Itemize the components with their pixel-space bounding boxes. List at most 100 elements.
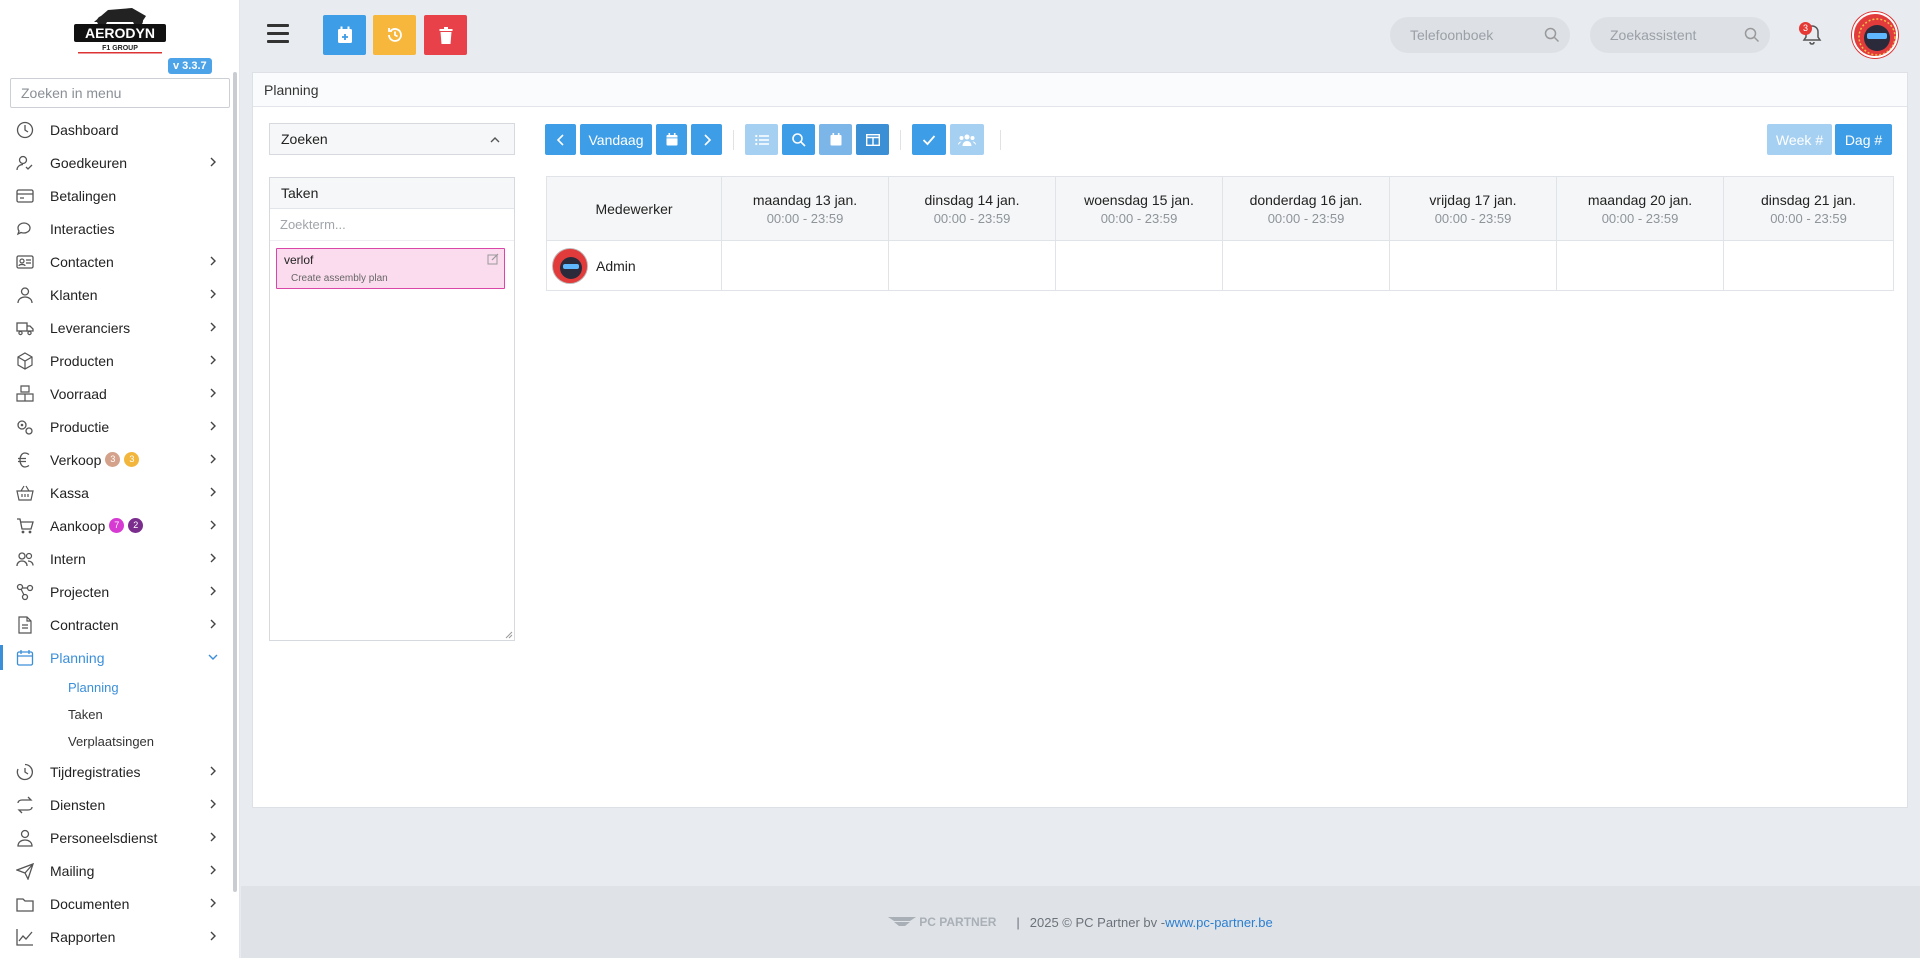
sidebar-item-diensten[interactable]: Diensten	[0, 788, 238, 821]
calendar-view-button[interactable]	[819, 124, 852, 155]
sidebar-item-projecten[interactable]: Projecten	[0, 575, 238, 608]
sidebar-item-tijdregistraties[interactable]: Tijdregistraties	[0, 755, 238, 788]
sidebar-item-producten[interactable]: Producten	[0, 344, 238, 377]
day-column-header[interactable]: dinsdag 21 jan. 00:00 - 23:59	[1723, 176, 1894, 241]
repeat-icon	[17, 796, 33, 814]
history-button[interactable]	[373, 15, 416, 55]
sidebar-item-dashboard[interactable]: Dashboard	[0, 113, 238, 146]
sidebar-item-betalingen[interactable]: Betalingen	[0, 179, 238, 212]
schedule-cell[interactable]	[1389, 240, 1557, 291]
delete-button[interactable]	[424, 15, 467, 55]
day-column-header[interactable]: donderdag 16 jan. 00:00 - 23:59	[1222, 176, 1390, 241]
next-period-button[interactable]	[691, 124, 722, 155]
week-view-button[interactable]: Week #	[1767, 124, 1832, 155]
company-logo[interactable]: AERODYN F1 GROUP	[72, 2, 168, 56]
sidebar-item-productie[interactable]: Productie	[0, 410, 238, 443]
list-view-button[interactable]	[745, 124, 778, 155]
submenu-item-taken[interactable]: Taken	[0, 701, 238, 728]
chevron-right-icon	[210, 553, 216, 563]
task-search-input[interactable]	[270, 209, 514, 241]
sidebar-item-klanten[interactable]: Klanten	[0, 278, 238, 311]
submenu-item-verplaatsingen[interactable]: Verplaatsingen	[0, 728, 238, 755]
search-assistant-input[interactable]	[1590, 17, 1770, 53]
users-icon	[16, 552, 34, 567]
search-icon[interactable]	[1744, 27, 1760, 43]
columns-view-button[interactable]	[856, 124, 889, 155]
task-card[interactable]: verlof Create assembly plan	[276, 248, 505, 289]
sidebar-item-interacties[interactable]: Interacties	[0, 212, 238, 245]
sidebar-item-kassa[interactable]: Kassa	[0, 476, 238, 509]
chevron-left-icon	[556, 133, 564, 146]
user-avatar[interactable]	[1852, 12, 1898, 58]
sidebar-item-contracten[interactable]: Contracten	[0, 608, 238, 641]
sidebar-item-leveranciers[interactable]: Leveranciers	[0, 311, 238, 344]
edit-icon[interactable]	[487, 253, 499, 265]
submenu-item-planning[interactable]: Planning	[0, 674, 238, 701]
sidebar-item-personeelsdienst[interactable]: Personeelsdienst	[0, 821, 238, 854]
day-column-header[interactable]: maandag 13 jan. 00:00 - 23:59	[721, 176, 889, 241]
today-button[interactable]: Vandaag	[580, 124, 652, 155]
employee-column-header: Medewerker	[546, 176, 722, 241]
schedule-cell[interactable]	[1556, 240, 1724, 291]
day-column-header[interactable]: woensdag 15 jan. 00:00 - 23:59	[1055, 176, 1223, 241]
date-picker-button[interactable]	[656, 124, 687, 155]
chevron-right-icon	[210, 766, 216, 776]
sidebar-item-goedkeuren[interactable]: Goedkeuren	[0, 146, 238, 179]
sidebar-scrollbar[interactable]	[233, 72, 237, 892]
phonebook-search-input[interactable]	[1390, 17, 1570, 53]
paper-plane-icon	[16, 862, 34, 880]
menu-toggle-button[interactable]	[267, 24, 289, 44]
day-view-button[interactable]: Dag #	[1835, 124, 1892, 155]
chevron-down-icon	[208, 654, 218, 660]
schedule-cell[interactable]	[888, 240, 1056, 291]
day-column-header[interactable]: maandag 20 jan. 00:00 - 23:59	[1556, 176, 1724, 241]
sidebar-item-label: Producten	[50, 352, 114, 369]
search-panel-toggle[interactable]: Zoeken	[269, 123, 515, 155]
search-view-button[interactable]	[782, 124, 815, 155]
add-appointment-button[interactable]	[323, 15, 366, 55]
chevron-right-icon	[210, 487, 216, 497]
chevron-right-icon	[210, 454, 216, 464]
toolbar-divider	[1000, 130, 1001, 150]
footer-separator: |	[1016, 914, 1020, 930]
resize-handle-icon[interactable]	[505, 631, 513, 639]
cart-icon	[17, 518, 34, 534]
sidebar-item-verkoop[interactable]: Verkoop 3 3	[0, 443, 238, 476]
topbar: 3	[241, 0, 1920, 70]
sidebar-item-rapporten[interactable]: Rapporten	[0, 920, 238, 953]
sidebar-menu: Dashboard Goedkeuren Betalingen Interact…	[0, 113, 238, 953]
sidebar-item-documenten[interactable]: Documenten	[0, 887, 238, 920]
sidebar-item-label: Leveranciers	[50, 319, 131, 336]
sidebar-item-label: Documenten	[50, 895, 130, 912]
confirm-button[interactable]	[912, 124, 946, 155]
schedule-grid: Medewerker maandag 13 jan. 00:00 - 23:59 …	[546, 176, 1894, 291]
chevron-right-icon	[210, 256, 216, 266]
day-column-header[interactable]: vrijdag 17 jan. 00:00 - 23:59	[1389, 176, 1557, 241]
sidebar-item-aankoop[interactable]: Aankoop 7 2	[0, 509, 238, 542]
sidebar-item-label: Klanten	[50, 286, 98, 303]
menu-search-input[interactable]	[10, 78, 230, 108]
schedule-cell[interactable]	[1222, 240, 1390, 291]
previous-period-button[interactable]	[545, 124, 576, 155]
notification-badge: 3	[1799, 22, 1812, 35]
sidebar-item-contacten[interactable]: Contacten	[0, 245, 238, 278]
sidebar: AERODYN F1 GROUP v 3.3.7 Dashboard Goedk…	[0, 0, 240, 958]
gears-icon	[17, 420, 33, 435]
staff-icon	[17, 829, 33, 847]
search-icon[interactable]	[1544, 27, 1560, 43]
euro-icon	[18, 452, 30, 468]
planning-submenu: Planning Taken Verplaatsingen	[0, 674, 238, 755]
day-column-header[interactable]: dinsdag 14 jan. 00:00 - 23:59	[888, 176, 1056, 241]
team-view-button[interactable]	[950, 124, 984, 155]
sidebar-item-mailing[interactable]: Mailing	[0, 854, 238, 887]
footer-link[interactable]: www.pc-partner.be	[1165, 915, 1273, 930]
schedule-cell[interactable]	[1723, 240, 1894, 291]
sidebar-item-planning[interactable]: Planning	[0, 641, 238, 674]
schedule-cell[interactable]	[1055, 240, 1223, 291]
chevron-right-icon	[210, 355, 216, 365]
sidebar-item-voorraad[interactable]: Voorraad	[0, 377, 238, 410]
sidebar-item-intern[interactable]: Intern	[0, 542, 238, 575]
schedule-cell[interactable]	[721, 240, 889, 291]
sidebar-item-label: Kassa	[50, 484, 89, 501]
chat-icon	[16, 222, 31, 236]
